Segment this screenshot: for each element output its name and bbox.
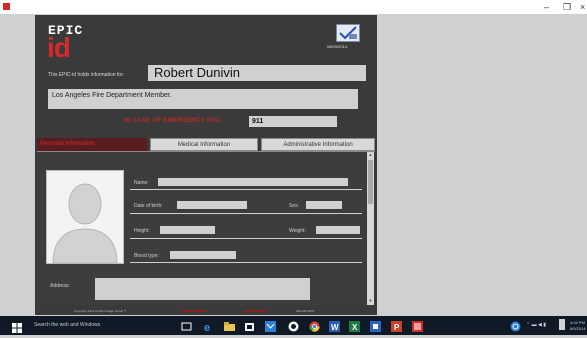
height-underline (130, 238, 362, 239)
scroll-down-arrow-icon[interactable]: ▼ (368, 298, 373, 304)
checkmark-icon[interactable] (336, 24, 360, 42)
emergency-number-field[interactable]: 911 (249, 116, 337, 127)
close-button[interactable]: × (580, 1, 585, 13)
scroll-up-arrow-icon[interactable]: ▲ (368, 152, 373, 158)
name-label: Name: (134, 180, 149, 186)
xbox-icon[interactable] (288, 319, 299, 332)
tray-icons[interactable]: ⌃ ▬ ◀ ▮ (526, 322, 546, 328)
cortana-icon[interactable] (510, 319, 521, 332)
footer-phone: 000-282-9627 (296, 309, 315, 313)
dob-input[interactable] (177, 201, 247, 209)
height-label: Height: (134, 228, 150, 234)
window-title-bar (0, 0, 587, 14)
svg-text:X: X (352, 323, 358, 332)
sex-input[interactable] (306, 201, 342, 209)
footer-red-bar-2 (244, 310, 266, 312)
svg-text:P: P (394, 323, 400, 332)
epic-id-app-icon[interactable] (412, 319, 423, 332)
word-icon[interactable]: W (329, 319, 340, 332)
onenote-icon[interactable] (370, 319, 381, 332)
taskbar-search-box[interactable]: Search the web and Windows (34, 322, 100, 328)
tab-personal-information[interactable]: Personal Information (37, 138, 147, 151)
notification-icon[interactable] (559, 319, 565, 330)
profile-photo-placeholder[interactable] (46, 170, 124, 264)
name-input[interactable] (158, 178, 348, 186)
weight-label: Weight: (289, 228, 306, 234)
file-explorer-icon[interactable] (224, 319, 235, 331)
blood-type-input[interactable] (170, 251, 236, 259)
tab-medical-information[interactable]: Medical Information (150, 138, 258, 151)
description-field[interactable]: Los Angeles Fire Department Member. (48, 89, 358, 109)
chrome-icon[interactable] (309, 319, 320, 332)
checkmark-date: 08/09/2014 (327, 44, 348, 49)
scrollbar-thumb[interactable] (368, 160, 373, 204)
edge-browser-icon[interactable]: e (203, 319, 214, 334)
blood-type-underline (130, 262, 362, 263)
taskbar-time[interactable]: 4:04 PM (570, 320, 585, 325)
taskbar-date[interactable]: 8/9/2014 (570, 326, 586, 331)
footer-red-bar-1 (182, 310, 206, 312)
mail-icon[interactable] (265, 319, 276, 332)
minimize-button[interactable]: – (544, 1, 549, 13)
emergency-label: IN CASE OF EMERGENCY DIAL (124, 118, 222, 124)
footer-copyright: Copyright 2014 Portfio Design Group™ (74, 309, 127, 313)
dob-underline (130, 213, 362, 214)
windows-start-icon[interactable] (12, 320, 22, 333)
address-label: Address: (50, 283, 70, 289)
address-input[interactable] (95, 278, 310, 300)
task-view-icon[interactable] (181, 319, 192, 331)
powerpoint-icon[interactable]: P (391, 319, 402, 332)
restore-button[interactable]: ❐ (563, 1, 571, 13)
svg-text:W: W (331, 323, 339, 332)
dob-label: Date of birth: (134, 203, 163, 209)
name-underline (130, 189, 362, 190)
tab-administrative-information[interactable]: Administrative Information (261, 138, 375, 151)
holds-info-label: This EPIC-id holds information for: (48, 72, 125, 78)
svg-text:e: e (204, 322, 210, 332)
app-icon (3, 3, 10, 10)
logo-id-text: id (47, 32, 71, 63)
user-silhouette-icon (52, 183, 118, 263)
weight-input[interactable] (316, 226, 360, 234)
sex-label: Sex: (289, 203, 300, 209)
person-name-field[interactable]: Robert Dunivin (148, 65, 366, 81)
blood-type-label: Blood type: (134, 253, 160, 259)
height-input[interactable] (160, 226, 215, 234)
store-icon[interactable] (244, 319, 255, 331)
excel-icon[interactable]: X (349, 319, 360, 332)
